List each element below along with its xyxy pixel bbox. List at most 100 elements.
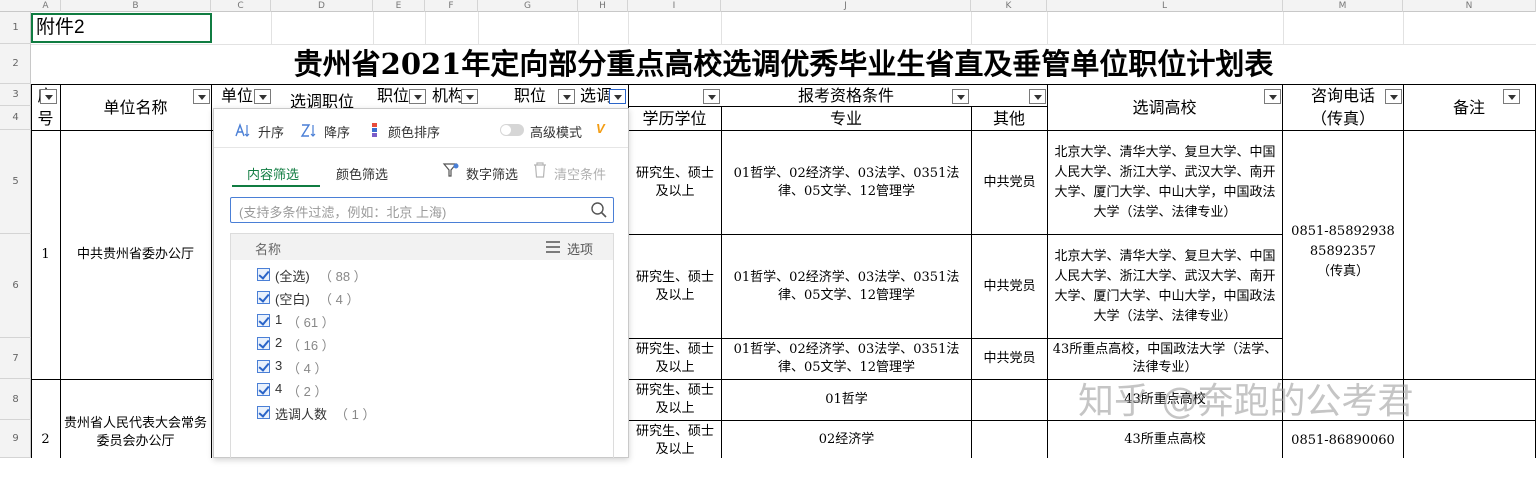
r6-schools[interactable]: 北京大学、清华大学、复旦大学、中国人民大学、浙江大学、武汉大学、南开大学、厦门大… xyxy=(1048,235,1282,338)
column-header-f[interactable]: F xyxy=(425,0,478,12)
number-filter-label: 数字筛选 xyxy=(466,167,519,182)
column-header-e[interactable]: E xyxy=(373,0,425,12)
unit2-seq[interactable]: 2 xyxy=(31,380,60,500)
filter-dropdown-a[interactable] xyxy=(40,89,57,104)
filter-dropdown-n[interactable] xyxy=(1503,89,1520,104)
r7-other[interactable]: 中共党员 xyxy=(972,339,1047,379)
r9-schools[interactable]: 43所重点高校 xyxy=(1048,421,1282,458)
checkbox-blank[interactable] xyxy=(257,291,270,304)
checkbox-3[interactable] xyxy=(257,360,270,373)
r9-degree[interactable]: 研究生、硕士及以上 xyxy=(629,421,721,461)
filter-dropdown-h-active[interactable] xyxy=(609,89,626,104)
clear-conditions-button[interactable]: 清空条件 xyxy=(532,161,622,183)
menu-icon xyxy=(546,241,560,253)
column-header-h[interactable]: H xyxy=(578,0,628,12)
r9-other[interactable] xyxy=(972,421,1047,458)
r7-degree[interactable]: 研究生、硕士及以上 xyxy=(629,339,721,379)
row-header-3[interactable]: 3 xyxy=(0,84,31,106)
r9-major[interactable]: 02经济学 xyxy=(722,421,971,458)
filter-dropdown-j[interactable] xyxy=(952,89,969,104)
column-header-m[interactable]: M xyxy=(1283,0,1403,12)
row-header-8[interactable]: 8 xyxy=(0,379,31,420)
row-header-6[interactable]: 6 xyxy=(0,234,31,338)
filter-dropdown-b[interactable] xyxy=(193,89,210,104)
filter-dropdown-g[interactable] xyxy=(558,89,575,104)
sort-desc-button[interactable]: 降序 xyxy=(300,121,362,140)
checkbox-4[interactable] xyxy=(257,383,270,396)
filter-search-placeholder: (支持多条件过滤，例如：北京 上海) xyxy=(239,205,447,220)
filter-item-count: （ 2 ） xyxy=(287,384,328,399)
filter-dropdown-k[interactable] xyxy=(1029,89,1046,104)
r7-major[interactable]: 01哲学、02经济学、03法学、0351法律、05文学、12管理学 xyxy=(722,339,971,379)
column-header-a[interactable]: A xyxy=(31,0,61,12)
number-filter-button[interactable]: 数字筛选 xyxy=(442,161,530,183)
unit1-name[interactable]: 中共贵州省委办公厅 xyxy=(60,131,211,379)
column-header-j[interactable]: J xyxy=(721,0,971,12)
gridline xyxy=(425,12,426,44)
row-header-4[interactable]: 4 xyxy=(0,106,31,130)
checkbox-1[interactable] xyxy=(257,314,270,327)
header-schools: 选调高校 xyxy=(1132,97,1197,117)
r8-degree[interactable]: 研究生、硕士及以上 xyxy=(629,380,721,420)
search-icon[interactable] xyxy=(590,201,608,219)
tab-color-filter[interactable]: 颜色筛选 xyxy=(332,161,402,187)
filter-dropdown-l[interactable] xyxy=(1264,89,1281,104)
number-filter-icon xyxy=(442,163,459,177)
r5-schools[interactable]: 北京大学、清华大学、复旦大学、中国人民大学、浙江大学、武汉大学、南开大学、厦门大… xyxy=(1048,131,1282,234)
column-header-g[interactable]: G xyxy=(478,0,578,12)
unit1-phone-line1: 0851-85892938 xyxy=(1291,224,1395,239)
column-header-n[interactable]: N xyxy=(1403,0,1536,12)
r6-degree[interactable]: 研究生、硕士及以上 xyxy=(629,235,721,338)
r8-other[interactable] xyxy=(972,380,1047,420)
checkbox-select-all[interactable] xyxy=(257,268,270,281)
column-header-l[interactable]: L xyxy=(1047,0,1283,12)
gridline xyxy=(1403,12,1404,44)
row-header-1[interactable]: 1 xyxy=(0,12,31,44)
unit1-phone[interactable]: 0851-85892938 85892357 （传真） xyxy=(1283,222,1403,292)
unit2-phone[interactable]: 0851-86890060 xyxy=(1283,430,1403,452)
r6-major[interactable]: 01哲学、02经济学、03法学、0351法律、05文学、12管理学 xyxy=(722,235,971,338)
unit2-name[interactable]: 贵州省人民代表大会常务委员会办公厅 xyxy=(60,410,211,456)
tab-content-filter[interactable]: 内容筛选 xyxy=(232,161,320,187)
row-header-7[interactable]: 7 xyxy=(0,338,31,379)
column-header-b[interactable]: B xyxy=(61,0,211,12)
advanced-mode-toggle[interactable]: 高级模式 V xyxy=(500,121,615,140)
vip-icon: V xyxy=(596,121,605,136)
r6-other[interactable]: 中共党员 xyxy=(972,235,1047,338)
column-header-c[interactable]: C xyxy=(211,0,271,12)
gridline xyxy=(578,12,579,44)
checkbox-2[interactable] xyxy=(257,337,270,350)
cell-a1[interactable]: 附件2 xyxy=(31,13,212,43)
column-header-i[interactable]: I xyxy=(628,0,721,12)
row-header-2[interactable]: 2 xyxy=(0,44,31,84)
panel-divider xyxy=(214,147,628,148)
sort-color-button[interactable]: 颜色排序 xyxy=(370,121,450,140)
sort-asc-button[interactable]: 升序 xyxy=(234,121,296,140)
filter-dropdown-i[interactable] xyxy=(703,89,720,104)
unit1-phone-line3: （传真） xyxy=(1316,264,1369,279)
r5-major[interactable]: 01哲学、02经济学、03法学、0351法律、05文学、12管理学 xyxy=(722,131,971,234)
filter-dropdown-e[interactable] xyxy=(409,89,426,104)
filter-dropdown-m[interactable] xyxy=(1385,89,1402,104)
filter-item-label: 3 xyxy=(275,358,283,373)
checkbox-quota-count[interactable] xyxy=(257,406,270,419)
options-menu-button[interactable]: 选项 xyxy=(545,238,607,257)
filter-dropdown-f[interactable] xyxy=(461,89,478,104)
header-requirements: 报考资格条件 xyxy=(797,85,894,105)
r5-degree[interactable]: 研究生、硕士及以上 xyxy=(629,131,721,234)
r8-major[interactable]: 01哲学 xyxy=(722,380,971,420)
filter-item-label: (全选) xyxy=(275,269,310,284)
watermark: 知乎 @奔跑的公考君 xyxy=(1078,381,1414,422)
row-header-5[interactable]: 5 xyxy=(0,130,31,234)
r5-other[interactable]: 中共党员 xyxy=(972,131,1047,234)
unit1-seq[interactable]: 1 xyxy=(31,131,60,379)
column-header-k[interactable]: K xyxy=(971,0,1047,12)
filter-dropdown-c[interactable] xyxy=(254,89,271,104)
header-phone-bottom: （传真） xyxy=(1310,108,1375,128)
trash-icon xyxy=(534,162,546,178)
column-header-d[interactable]: D xyxy=(271,0,373,12)
filter-list-header: 名称 选项 xyxy=(231,234,613,260)
row-header-9[interactable]: 9 xyxy=(0,420,31,458)
tab-color-filter-label: 颜色筛选 xyxy=(336,167,389,182)
filter-search-box[interactable]: (支持多条件过滤，例如：北京 上海) xyxy=(230,197,614,223)
